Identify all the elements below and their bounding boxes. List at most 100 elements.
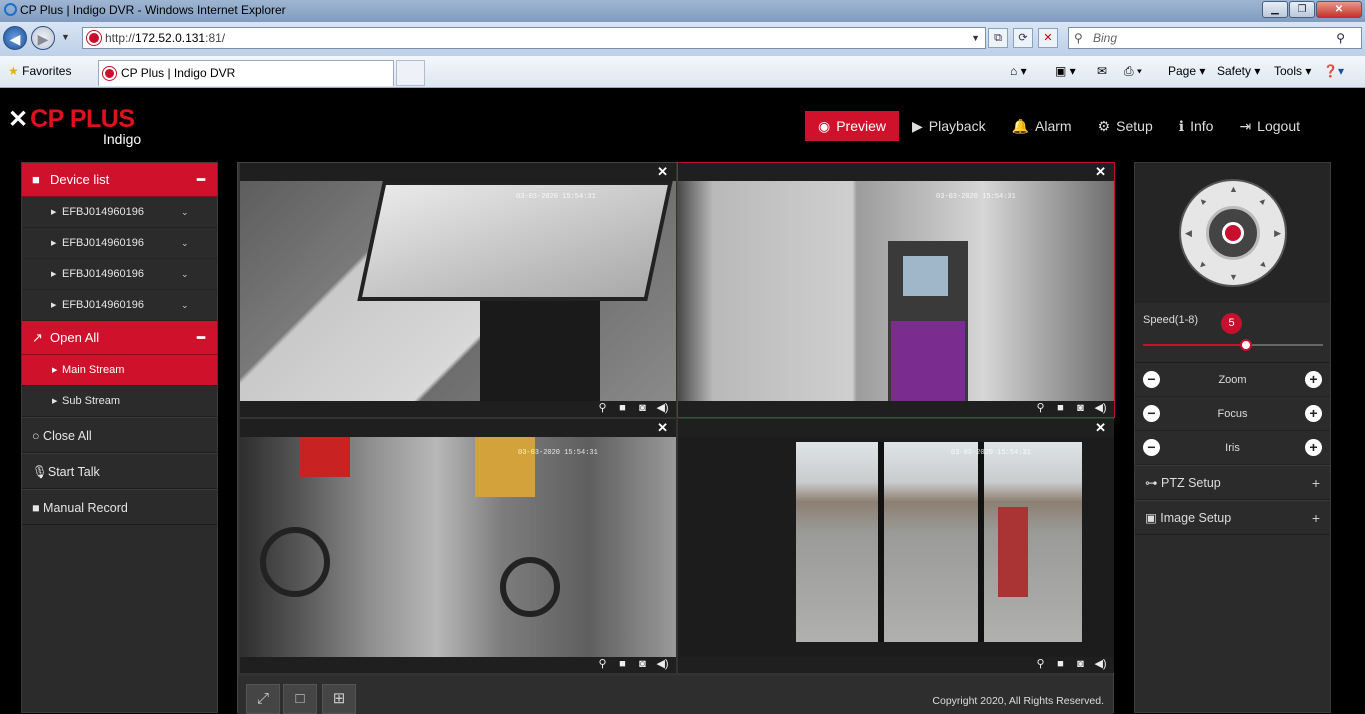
close-window-button[interactable]: ✕ [1316, 1, 1362, 18]
manual-record-button[interactable]: ■ Manual Record [22, 489, 217, 525]
right-arrow-icon[interactable]: ▶ [1274, 228, 1281, 239]
up-arrow-icon[interactable]: ▲ [1229, 184, 1238, 194]
single-layout-icon[interactable]: □ [283, 684, 317, 714]
device-list-header[interactable]: ■ Device list ━ [22, 163, 217, 197]
record-icon[interactable]: ■ [1053, 402, 1068, 415]
tools-menu[interactable]: Tools ▾ [1274, 64, 1311, 78]
sub-stream-option[interactable]: ▶ Sub Stream [22, 386, 217, 417]
ptz-setup-section[interactable]: ⊶ PTZ Setup + [1135, 465, 1330, 500]
down-right-arrow-icon[interactable]: ▼ [1257, 258, 1270, 271]
stop-icon[interactable]: ✕ [1038, 28, 1058, 48]
compatibility-view-icon[interactable]: ⧉ [988, 28, 1008, 48]
snapshot-icon[interactable]: ◙ [635, 658, 650, 671]
print-icon[interactable]: ⎙ ▾ [1124, 64, 1142, 79]
zoom-icon[interactable]: ⚲ [1033, 402, 1048, 415]
chevron-down-icon[interactable]: ⌄ [181, 228, 189, 259]
history-dropdown-icon[interactable]: ▼ [61, 32, 70, 42]
record-icon[interactable]: ■ [1053, 658, 1068, 671]
browser-tab-active[interactable]: CP Plus | Indigo DVR [98, 60, 394, 86]
camera-feed[interactable]: 03-03-2020 15:54:31 [678, 181, 1114, 401]
close-icon[interactable]: ✕ [657, 420, 668, 436]
zoom-out-button[interactable]: − [1143, 371, 1160, 388]
down-arrow-icon[interactable]: ▼ [1229, 272, 1238, 282]
nav-playback[interactable]: ▶ Playback [899, 111, 999, 141]
ptz-center-button[interactable] [1222, 222, 1244, 244]
close-icon[interactable]: ✕ [1095, 164, 1106, 180]
video-cell-4[interactable]: ✕ 03-03-2020 15:54:31 ⚲ ■ ◙ ◀) [678, 419, 1114, 673]
fullscreen-icon[interactable]: ⤢ [246, 684, 280, 714]
device-item[interactable]: ▶ EFBJ014960196 ⌄ [22, 290, 217, 321]
search-input[interactable]: ⚲ Bing ⚲ [1068, 27, 1362, 49]
image-setup-section[interactable]: ▣ Image Setup + [1135, 500, 1330, 535]
forward-button[interactable]: ▶ [31, 26, 55, 50]
chevron-down-icon[interactable]: ⌄ [181, 259, 189, 290]
video-cell-3[interactable]: ✕ 03-03-2020 15:54:31 ⚲ ■ ◙ ◀) [240, 419, 676, 673]
snapshot-icon[interactable]: ◙ [1073, 402, 1088, 415]
maximize-button[interactable]: ❐ [1289, 1, 1315, 18]
main-stream-option[interactable]: ▶ Main Stream [22, 355, 217, 386]
down-left-arrow-icon[interactable]: ▼ [1196, 258, 1209, 271]
up-left-arrow-icon[interactable]: ▲ [1196, 194, 1209, 207]
camera-feed[interactable]: 03-03-2020 15:54:31 [240, 437, 676, 657]
focus-plus-button[interactable]: + [1305, 405, 1322, 422]
left-arrow-icon[interactable]: ◀ [1185, 228, 1192, 239]
zoom-icon[interactable]: ⚲ [1033, 658, 1048, 671]
video-cell-1[interactable]: ✕ 03-03-2020 15:54:31 ⚲ ■ ◙ ◀) [240, 163, 676, 417]
help-icon[interactable]: ❓▾ [1323, 64, 1344, 78]
up-right-arrow-icon[interactable]: ▲ [1257, 194, 1270, 207]
minimize-button[interactable]: ▁ [1262, 1, 1288, 18]
device-item[interactable]: ▶ EFBJ014960196 ⌄ [22, 197, 217, 228]
close-icon[interactable]: ✕ [657, 164, 668, 180]
safety-menu[interactable]: Safety ▾ [1217, 64, 1260, 78]
chevron-down-icon[interactable]: ⌄ [181, 290, 189, 321]
open-all-header[interactable]: ↗ Open All ━ [22, 321, 217, 355]
speed-slider-handle[interactable] [1239, 339, 1252, 351]
nav-logout[interactable]: ⇥ Logout [1226, 111, 1313, 141]
refresh-icon[interactable]: ⟳ [1013, 28, 1033, 48]
expand-plus-icon[interactable]: + [1312, 466, 1320, 501]
focus-minus-button[interactable]: − [1143, 405, 1160, 422]
audio-icon[interactable]: ◀) [655, 402, 670, 415]
start-talk-button[interactable]: 🎙Start Talk [22, 453, 217, 489]
audio-icon[interactable]: ◀) [655, 658, 670, 671]
close-all-button[interactable]: ○ Close All [22, 417, 217, 453]
record-icon[interactable]: ■ [615, 402, 630, 415]
record-icon[interactable]: ■ [615, 658, 630, 671]
audio-icon[interactable]: ◀) [1093, 402, 1108, 415]
expand-plus-icon[interactable]: + [1312, 501, 1320, 536]
address-dropdown-icon[interactable]: ▼ [971, 28, 980, 48]
back-button[interactable]: ◀ [3, 26, 27, 50]
feeds-icon[interactable]: ▣ ▾ [1055, 64, 1076, 78]
home-icon[interactable]: ⌂ ▾ [1010, 64, 1027, 78]
nav-setup[interactable]: ⚙ Setup [1085, 111, 1166, 141]
device-item[interactable]: ▶ EFBJ014960196 ⌄ [22, 259, 217, 290]
zoom-icon[interactable]: ⚲ [595, 658, 610, 671]
snapshot-icon[interactable]: ◙ [1073, 658, 1088, 671]
zoom-icon[interactable]: ⚲ [595, 402, 610, 415]
nav-info[interactable]: ℹ Info [1166, 111, 1227, 141]
camera-feed[interactable]: 03-03-2020 15:54:31 [240, 181, 676, 401]
search-go-icon[interactable]: ⚲ [1336, 28, 1345, 48]
collapse-icon[interactable]: ━ [197, 321, 205, 355]
device-item[interactable]: ▶ EFBJ014960196 ⌄ [22, 228, 217, 259]
audio-icon[interactable]: ◀) [1093, 658, 1108, 671]
zoom-in-button[interactable]: + [1305, 371, 1322, 388]
mail-icon[interactable]: ✉ [1097, 64, 1107, 78]
close-icon[interactable]: ✕ [1095, 420, 1106, 436]
iris-minus-button[interactable]: − [1143, 439, 1160, 456]
favorites-button[interactable]: ★ Favorites [8, 64, 71, 78]
video-cell-2[interactable]: ✕ 03-03-2020 15:54:31 ⚲ ■ ◙ ◀) [677, 162, 1115, 418]
collapse-icon[interactable]: ━ [197, 163, 205, 197]
address-bar[interactable]: http://172.52.0.131:81/ ▼ [82, 27, 986, 49]
snapshot-icon[interactable]: ◙ [635, 402, 650, 415]
nav-alarm[interactable]: 🔔 Alarm [999, 111, 1085, 141]
camera-feed[interactable]: 03-03-2020 15:54:31 [678, 437, 1114, 657]
chevron-down-icon[interactable]: ⌄ [181, 197, 189, 228]
quad-layout-icon[interactable]: ⊞ [322, 684, 356, 714]
iris-plus-button[interactable]: + [1305, 439, 1322, 456]
ptz-direction-dial[interactable]: ▲ ▼ ◀ ▶ ▲ ▲ ▼ ▼ [1179, 179, 1287, 287]
speed-slider[interactable] [1143, 339, 1323, 351]
new-tab-button[interactable] [396, 60, 425, 86]
page-menu[interactable]: Page ▾ [1168, 64, 1205, 78]
nav-preview[interactable]: ◉ Preview [805, 111, 899, 141]
